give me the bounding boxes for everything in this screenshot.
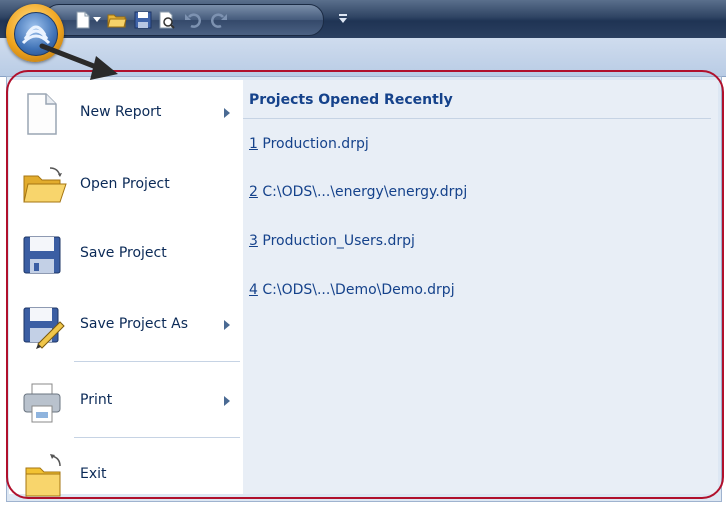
recent-project-item[interactable]: 3 Production_Users.drpj — [249, 233, 415, 249]
menu-item-save-project[interactable]: Save Project — [18, 225, 236, 281]
customize-qat-icon[interactable] — [336, 9, 350, 27]
submenu-arrow-icon — [224, 396, 230, 406]
menu-separator — [74, 437, 240, 438]
recent-item-number: 2 — [249, 184, 258, 200]
recent-item-number: 4 — [249, 282, 258, 298]
recent-item-name: C:\ODS\...\energy\energy.drpj — [257, 184, 468, 200]
menu-item-exit[interactable]: Exit — [18, 446, 236, 502]
save-project-as-icon — [20, 304, 65, 349]
menu-item-open-project[interactable]: Open Project — [18, 156, 236, 212]
new-document-icon[interactable] — [73, 10, 93, 30]
pointer-arrow-icon — [39, 43, 118, 80]
menu-item-label: Exit — [80, 466, 107, 482]
undo-icon[interactable] — [183, 10, 203, 30]
menu-item-print[interactable]: Print — [18, 372, 236, 428]
print-preview-icon[interactable] — [157, 10, 177, 30]
recent-project-item[interactable]: 1 Production.drpj — [249, 136, 369, 152]
submenu-arrow-icon — [224, 320, 230, 330]
save-project-icon — [20, 233, 64, 277]
recent-item-number: 3 — [249, 233, 258, 249]
recent-projects-header: Projects Opened Recently — [243, 84, 711, 119]
menu-item-label: Save Project As — [80, 316, 189, 332]
recent-project-item[interactable]: 2 C:\ODS\...\energy\energy.drpj — [249, 184, 467, 200]
recent-item-number: 1 — [249, 136, 258, 152]
open-folder-icon[interactable] — [107, 10, 127, 30]
menu-item-save-project-as[interactable]: Save Project As — [18, 296, 236, 352]
redo-icon[interactable] — [209, 10, 229, 30]
dropdown-arrow-icon[interactable] — [91, 10, 103, 30]
open-project-icon — [20, 164, 67, 208]
print-icon — [20, 380, 64, 424]
recent-item-name: Production.drpj — [257, 136, 369, 152]
new-report-icon — [20, 92, 64, 136]
exit-icon — [20, 454, 64, 498]
quick-access-toolbar — [44, 4, 324, 36]
recent-projects-title: Projects Opened Recently — [249, 92, 453, 108]
recent-item-name: Production_Users.drpj — [257, 233, 415, 249]
menu-item-label: Save Project — [80, 245, 167, 261]
menu-item-label: Print — [80, 392, 113, 408]
recent-item-name: C:\ODS\...\Demo\Demo.drpj — [257, 282, 455, 298]
menu-item-new-report[interactable]: New Report — [18, 84, 236, 140]
save-disk-icon[interactable] — [133, 10, 153, 30]
menu-item-label: Open Project — [80, 176, 170, 192]
menu-separator — [74, 361, 240, 362]
recent-project-item[interactable]: 4 C:\ODS\...\Demo\Demo.drpj — [249, 282, 455, 298]
menu-item-label: New Report — [80, 104, 162, 120]
menu-commands-pane — [9, 80, 244, 494]
submenu-arrow-icon — [224, 108, 230, 118]
